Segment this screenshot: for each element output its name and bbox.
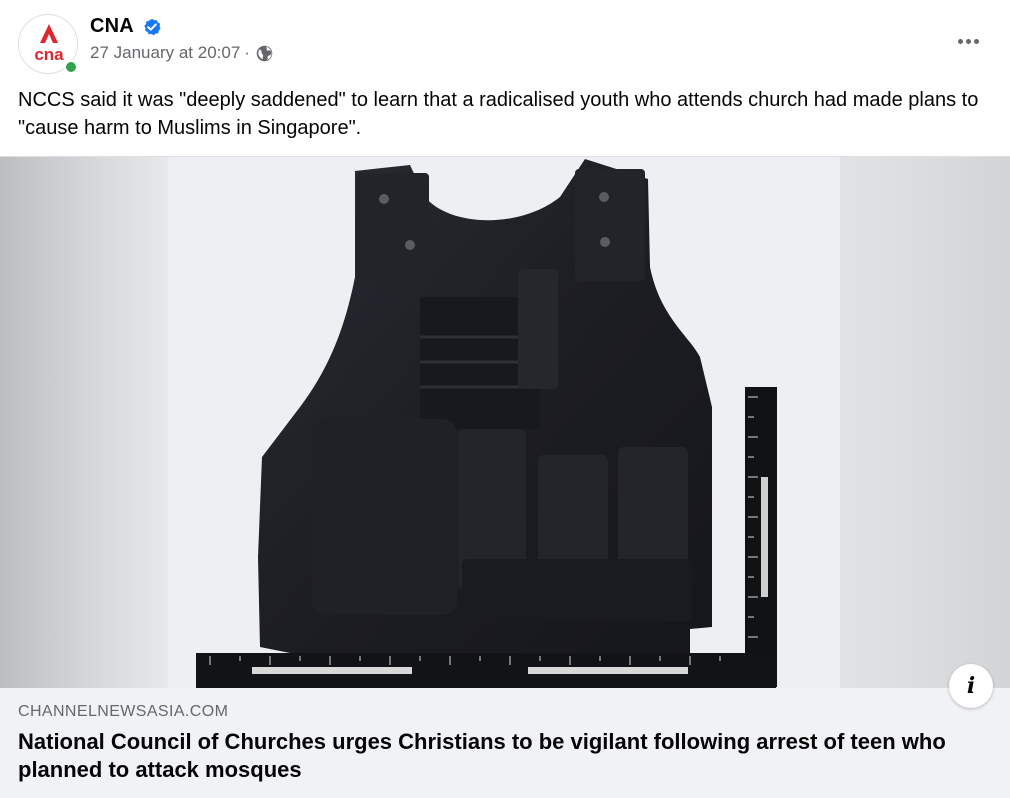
post-header: cna CNA 27 January at 20:07 ·	[18, 14, 993, 76]
link-preview-image[interactable]	[0, 156, 1010, 688]
meta-separator: ·	[244, 43, 250, 62]
info-icon: i	[966, 673, 976, 699]
name-row: CNA	[90, 15, 161, 38]
link-preview[interactable]: CHANNELNEWSASIA.COM National Council of …	[0, 688, 1010, 798]
link-title[interactable]: National Council of Churches urges Chris…	[18, 728, 978, 784]
page-name[interactable]: CNA	[90, 15, 134, 38]
online-status-dot	[64, 60, 78, 74]
info-button[interactable]: i	[949, 664, 993, 708]
avatar[interactable]: cna	[18, 14, 78, 74]
post-meta: 27 January at 20:07 ·	[90, 43, 273, 63]
more-options-button[interactable]	[951, 28, 985, 54]
verified-badge-icon	[144, 18, 161, 35]
post-timestamp[interactable]: 27 January at 20:07	[90, 43, 240, 63]
avatar-logo-text: cna	[34, 45, 64, 64]
tactical-vest-image	[0, 157, 1010, 688]
post-caption: NCCS said it was "deeply saddened" to le…	[18, 89, 979, 139]
facebook-post: cna CNA 27 January at 20:07 · NCCS said …	[0, 0, 1010, 798]
more-options-icon	[957, 38, 963, 44]
link-domain: CHANNELNEWSASIA.COM	[18, 703, 229, 720]
globe-icon[interactable]	[256, 45, 273, 62]
